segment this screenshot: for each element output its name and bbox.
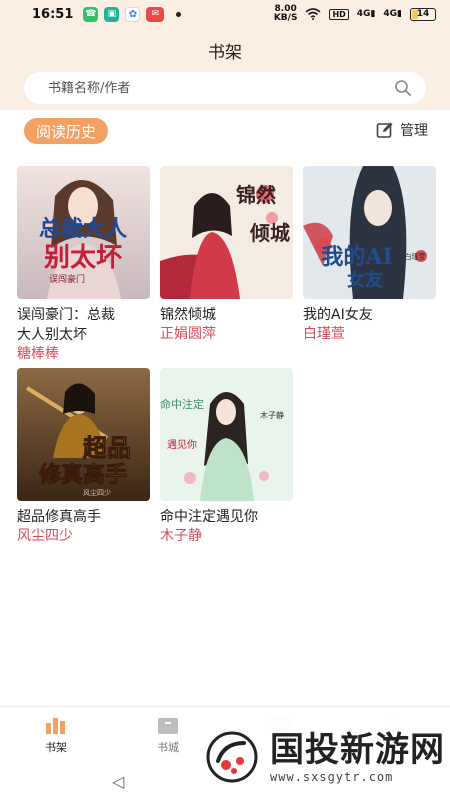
svg-text:命中注定: 命中注定 (160, 397, 204, 411)
header: 书架 (0, 28, 450, 110)
book-cover[interactable]: 超品 修真高手 风尘四少 (17, 368, 150, 501)
svg-text:总裁大人: 总裁大人 (39, 216, 127, 242)
book-title: 锦然倾城 (160, 307, 216, 323)
edit-icon (376, 122, 393, 138)
section-row: 阅读历史 管理 (0, 118, 450, 146)
book-item[interactable]: 锦然 倾城 锦然倾城 正娟圆萍 (160, 166, 293, 343)
search-input[interactable] (48, 80, 394, 96)
nav-bookstore[interactable]: 书城 (138, 715, 198, 755)
svg-text:白瑾萱: 白瑾萱 (405, 252, 426, 261)
nav-bookshelf[interactable]: 书架 (26, 715, 86, 755)
manage-button[interactable]: 管理 (376, 120, 428, 140)
svg-text:女友: 女友 (347, 269, 383, 291)
cover-illustration: 锦然 倾城 (160, 166, 293, 299)
back-button[interactable]: ◁ (112, 772, 124, 791)
cover-illustration: 总裁大人 别太坏 误闯豪门 (17, 166, 150, 299)
nav-bookstore-label: 书城 (157, 741, 179, 754)
reading-history-tab[interactable]: 阅读历史 (24, 118, 109, 144)
svg-text:修真高手: 修真高手 (38, 462, 127, 488)
svg-text:风尘四少: 风尘四少 (83, 488, 111, 497)
watermark-logo-icon (206, 731, 258, 783)
book-title: 命中注定遇见你 (160, 509, 258, 525)
book-item[interactable]: 我的AI 女友 白瑾萱 我的AI女友 白瑾萱 (303, 166, 436, 343)
svg-text:倾城: 倾城 (249, 221, 290, 245)
svg-text:木子静: 木子静 (260, 410, 284, 420)
battery-icon: 14 (410, 7, 436, 21)
svg-text:遇见你: 遇见你 (167, 438, 197, 451)
more-notifications-icon (176, 11, 182, 17)
cover-illustration: 命中注定 遇见你 木子静 (160, 368, 293, 501)
signal-1-icon: 4G▮ (356, 9, 376, 19)
search-bar[interactable] (24, 72, 426, 104)
cover-illustration: 我的AI 女友 白瑾萱 (303, 166, 436, 299)
svg-text:误闯豪门: 误闯豪门 (49, 273, 85, 285)
hd-badge: HD (329, 8, 349, 20)
status-bar: 16:51 ☎ ▣ ✿ ✉ 8.00 KB/S HD 4G▮ 4G▮ 14 (0, 0, 450, 28)
page-title: 书架 (208, 43, 242, 63)
book-title: 我的AI女友 (303, 307, 373, 323)
book-author: 风尘四少 (17, 528, 73, 544)
status-time: 16:51 (32, 6, 74, 22)
book-author: 正娟圆萍 (160, 326, 216, 342)
watermark-title: 国投新游网 (270, 730, 445, 770)
signal-2-icon: 4G▮ (383, 9, 402, 19)
app-notification-icon: ▣ (104, 6, 120, 22)
message-notification-icon: ✉ (146, 6, 165, 22)
watermark: 国投新游网 www.sxsgytr.com (196, 714, 450, 800)
network-speed: 8.00 KB/S (273, 4, 298, 23)
book-title: 超品修真高手 (17, 509, 101, 525)
book-cover[interactable]: 总裁大人 别太坏 误闯豪门 (17, 166, 150, 299)
svg-text:我的AI: 我的AI (321, 244, 392, 270)
bookshelf-icon (46, 718, 65, 734)
cover-illustration: 超品 修真高手 风尘四少 (17, 368, 150, 501)
svg-text:超品: 超品 (83, 433, 131, 462)
dots-notification-icon: ✿ (125, 6, 141, 22)
book-author: 糖棒棒 (17, 346, 59, 362)
book-author: 木子静 (160, 528, 202, 544)
watermark-url: www.sxsgytr.com (270, 770, 394, 784)
manage-label: 管理 (400, 123, 428, 139)
search-icon[interactable] (394, 79, 412, 97)
book-title: 误闯豪门：总裁 大人别太坏 (17, 307, 115, 343)
svg-text:别太坏: 别太坏 (43, 243, 122, 273)
book-item[interactable]: 超品 修真高手 风尘四少 超品修真高手 风尘四少 (17, 368, 150, 545)
svg-text:锦然: 锦然 (236, 183, 276, 207)
book-cover[interactable]: 锦然 倾城 (160, 166, 293, 299)
phone-notification-icon: ☎ (83, 6, 99, 22)
wifi-icon (305, 8, 321, 20)
nav-bookshelf-label: 书架 (45, 741, 67, 754)
book-item[interactable]: 总裁大人 别太坏 误闯豪门 误闯豪门：总裁 大人别太坏 糖棒棒 (17, 166, 150, 363)
book-author: 白瑾萱 (303, 326, 345, 342)
book-cover[interactable]: 我的AI 女友 白瑾萱 (303, 166, 436, 299)
book-cover[interactable]: 命中注定 遇见你 木子静 (160, 368, 293, 501)
store-icon (158, 718, 178, 734)
status-indicators: 8.00 KB/S HD 4G▮ 4G▮ 14 (274, 5, 436, 23)
book-item[interactable]: 命中注定 遇见你 木子静 命中注定遇见你 木子静 (160, 368, 293, 545)
